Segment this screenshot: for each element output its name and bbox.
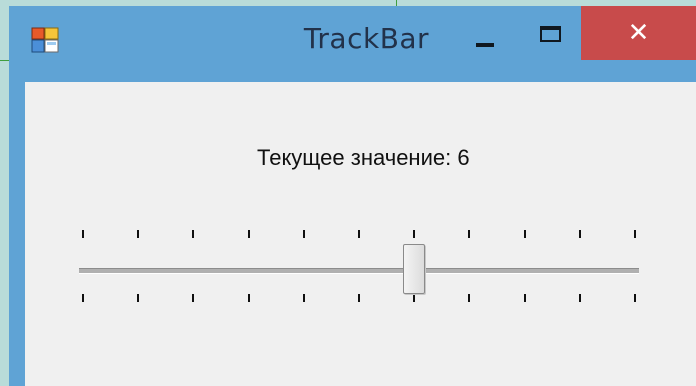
trackbar-tick xyxy=(524,294,526,302)
maximize-icon xyxy=(540,26,561,42)
trackbar-tick xyxy=(137,294,139,302)
trackbar-tick xyxy=(413,294,415,302)
trackbar-tick xyxy=(137,230,139,238)
minimize-button[interactable] xyxy=(461,20,511,64)
trackbar-tick xyxy=(358,294,360,302)
form-client-area: Текущее значение: 6 xyxy=(25,82,696,386)
trackbar-tick xyxy=(468,230,470,238)
trackbar-tick xyxy=(303,294,305,302)
current-value-label: Текущее значение: 6 xyxy=(257,145,470,170)
trackbar-thumb[interactable] xyxy=(403,244,425,294)
maximize-button[interactable] xyxy=(525,18,577,62)
trackbar-tick xyxy=(82,294,84,302)
trackbar-tick xyxy=(248,230,250,238)
trackbar-tick xyxy=(303,230,305,238)
trackbar[interactable] xyxy=(69,222,651,318)
trackbar-tick xyxy=(524,230,526,238)
close-icon: ✕ xyxy=(627,18,650,48)
trackbar-tick xyxy=(358,230,360,238)
minimize-icon xyxy=(476,43,494,47)
trackbar-tick xyxy=(634,230,636,238)
trackbar-tick xyxy=(192,230,194,238)
trackbar-tick xyxy=(579,230,581,238)
trackbar-tick xyxy=(192,294,194,302)
trackbar-tick xyxy=(468,294,470,302)
trackbar-tick xyxy=(634,294,636,302)
trackbar-tick xyxy=(82,230,84,238)
trackbar-tick xyxy=(579,294,581,302)
trackbar-track[interactable] xyxy=(79,268,639,274)
title-bar[interactable]: TrackBar ✕ xyxy=(9,6,696,82)
trackbar-tick xyxy=(413,230,415,238)
trackbar-tick xyxy=(248,294,250,302)
trackbar-window: TrackBar ✕ Текущее значение: 6 xyxy=(9,6,696,386)
close-button[interactable]: ✕ xyxy=(581,6,696,60)
